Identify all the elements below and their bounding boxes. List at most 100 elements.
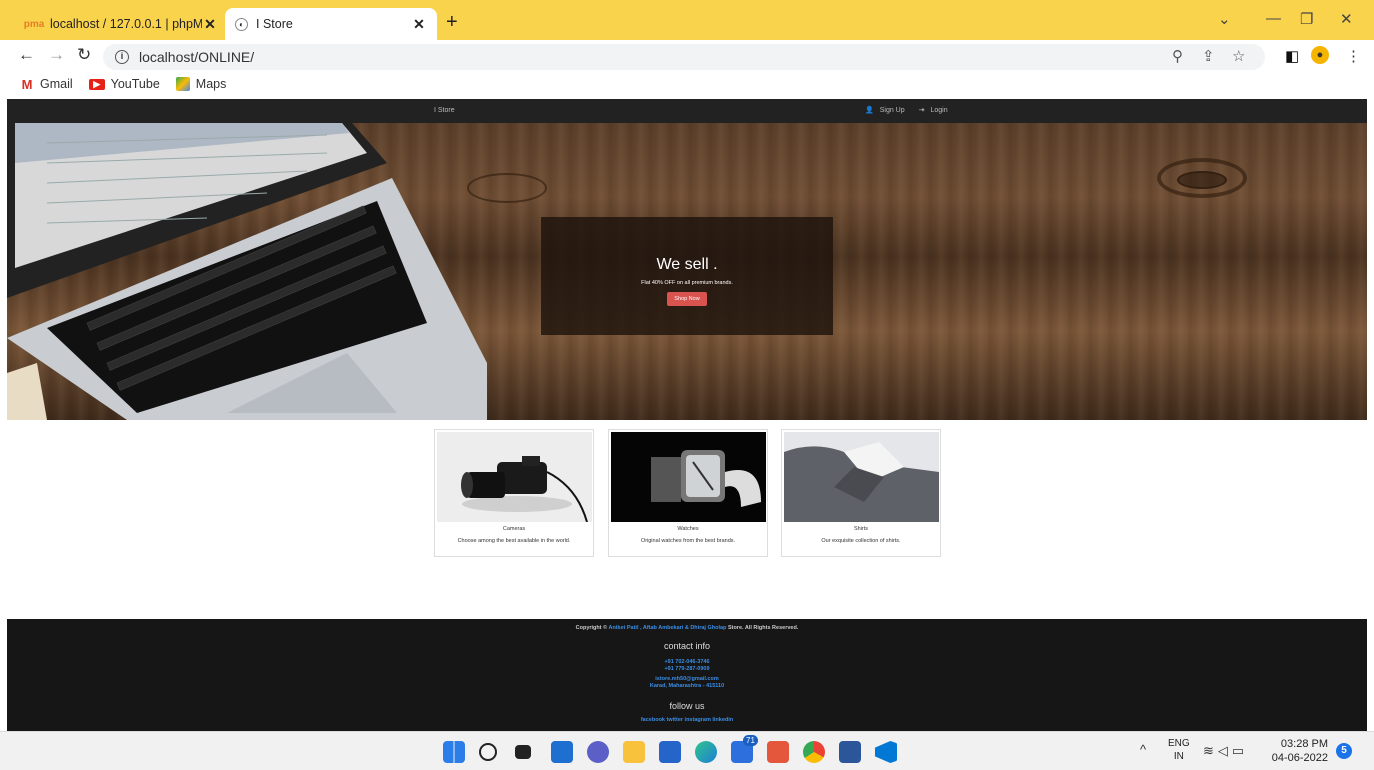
copyright-text: Copyright © Aniket Patil , Aftab Ambekar… bbox=[7, 625, 1367, 631]
phone-link[interactable]: +91 702-046-3746 bbox=[7, 659, 1367, 665]
mail-icon[interactable] bbox=[659, 741, 681, 763]
task-view-icon[interactable] bbox=[515, 745, 531, 759]
web-page: I Store 👤 Sign Up ⇥ Login We sell . Flat… bbox=[7, 99, 1367, 731]
menu-kebab-icon[interactable]: ⋮ bbox=[1346, 47, 1361, 65]
camera-image bbox=[437, 432, 592, 522]
user-icon: 👤 bbox=[865, 107, 874, 114]
hero-overlay: We sell . Flat 40% OFF on all premium br… bbox=[541, 217, 833, 335]
youtube-icon: ▶ bbox=[88, 78, 105, 90]
phone-link[interactable]: +91 779-287-0909 bbox=[7, 666, 1367, 672]
maximize-button[interactable]: ❐ bbox=[1300, 10, 1313, 28]
chrome-icon[interactable] bbox=[803, 741, 825, 763]
close-icon[interactable]: ✕ bbox=[202, 16, 218, 33]
hero-subtitle: Flat 40% OFF on all premium brands. bbox=[641, 280, 733, 286]
vscode-icon[interactable] bbox=[875, 741, 897, 763]
tab-phpmyadmin[interactable]: pma localhost / 127.0.0.1 | phpMyAdmin ✕ bbox=[16, 8, 228, 40]
signup-link[interactable]: 👤 Sign Up bbox=[865, 107, 911, 114]
browser-tab-strip: pma localhost / 127.0.0.1 | phpMyAdmin ✕… bbox=[0, 0, 1374, 40]
social-links[interactable]: facebook twitter instagram linkedin bbox=[7, 717, 1367, 723]
tab-search-icon[interactable]: ⌄ bbox=[1218, 10, 1231, 28]
zoom-icon[interactable]: ⚲ bbox=[1172, 47, 1183, 65]
site-brand[interactable]: I Store bbox=[434, 107, 455, 114]
follow-heading: follow us bbox=[669, 701, 705, 711]
reload-icon[interactable]: ↻ bbox=[77, 45, 91, 65]
close-window-button[interactable]: ✕ bbox=[1340, 10, 1353, 28]
hero-banner: We sell . Flat 40% OFF on all premium br… bbox=[7, 123, 1367, 420]
windows-taskbar: 71 ^ ENG IN ≋◁▭ 03:28 PM 04-06-2022 5 bbox=[0, 731, 1374, 770]
profile-avatar-icon[interactable]: ● bbox=[1311, 46, 1329, 64]
word-icon[interactable] bbox=[839, 741, 861, 763]
hero-title: We sell . bbox=[656, 256, 718, 273]
bookmark-maps[interactable]: Maps bbox=[175, 77, 227, 91]
wifi-icon[interactable]: ≋ bbox=[1203, 743, 1218, 758]
login-icon: ⇥ bbox=[918, 107, 925, 114]
site-footer: Copyright © Aniket Patil , Aftab Ambekar… bbox=[7, 619, 1367, 731]
copyright-prefix: Copyright © bbox=[575, 625, 608, 631]
bookmark-label: Gmail bbox=[40, 77, 73, 91]
gmail-icon: M bbox=[21, 76, 33, 92]
close-icon[interactable]: ✕ bbox=[411, 16, 427, 33]
bookmark-gmail[interactable]: M Gmail bbox=[20, 76, 73, 92]
brand-label: I Store bbox=[434, 107, 455, 114]
login-link[interactable]: ⇥ Login bbox=[919, 107, 954, 114]
language-indicator[interactable]: ENG IN bbox=[1168, 737, 1190, 763]
search-icon[interactable] bbox=[479, 743, 497, 761]
tab-istore[interactable]: ◐ I Store ✕ bbox=[225, 8, 437, 40]
author-links[interactable]: Aniket Patil , Aftab Ambekari & Dhiraj G… bbox=[609, 625, 727, 631]
bookmarks-bar: M Gmail ▶ YouTube Maps bbox=[0, 73, 1374, 95]
address-text: Karad, Maharashtra - 415110 bbox=[649, 683, 725, 689]
forward-icon[interactable]: → bbox=[48, 45, 65, 65]
auth-links: 👤 Sign Up ⇥ Login bbox=[865, 106, 960, 114]
address-bar[interactable]: i localhost/ONLINE/ bbox=[103, 44, 1265, 70]
category-name: Cameras bbox=[502, 526, 526, 532]
email-link[interactable]: istore.mh50@gmail.com bbox=[7, 676, 1367, 682]
lang-code: ENG bbox=[1168, 738, 1190, 749]
teams-icon[interactable]: 71 bbox=[731, 735, 758, 763]
category-card-shirts[interactable]: Shirts Our exquisite collection of shirt… bbox=[781, 429, 941, 557]
bookmark-youtube[interactable]: ▶ YouTube bbox=[88, 77, 160, 91]
system-tray-icons[interactable]: ≋◁▭ bbox=[1203, 743, 1248, 759]
category-description: Our exquisite collection of shirts. bbox=[821, 538, 901, 544]
copyright-suffix: Store. All Rights Reserved. bbox=[727, 625, 799, 631]
info-icon[interactable]: i bbox=[115, 50, 129, 64]
side-panel-icon[interactable]: ◧ bbox=[1285, 47, 1299, 65]
chat-icon[interactable] bbox=[587, 741, 609, 763]
notification-badge[interactable]: 5 bbox=[1336, 743, 1352, 759]
show-hidden-icons-icon[interactable]: ^ bbox=[1140, 742, 1146, 757]
bookmark-star-icon[interactable]: ☆ bbox=[1232, 47, 1245, 65]
wood-knot bbox=[1177, 171, 1227, 189]
category-card-cameras[interactable]: Cameras Choose among the best available … bbox=[434, 429, 594, 557]
category-name: Shirts bbox=[853, 526, 869, 532]
edge-icon[interactable] bbox=[695, 741, 717, 763]
site-navbar: I Store 👤 Sign Up ⇥ Login bbox=[7, 99, 1367, 123]
region-code: IN bbox=[1173, 751, 1184, 762]
category-card-watches[interactable]: Watches Original watches from the best b… bbox=[608, 429, 768, 557]
clock[interactable]: 03:28 PM 04-06-2022 bbox=[1272, 737, 1328, 765]
globe-icon: ◐ bbox=[235, 17, 248, 31]
clock-date: 04-06-2022 bbox=[1271, 752, 1328, 764]
bookmark-label: YouTube bbox=[110, 77, 160, 91]
login-label: Login bbox=[930, 107, 948, 114]
new-tab-button[interactable]: + bbox=[446, 11, 458, 34]
start-icon[interactable] bbox=[443, 741, 465, 763]
shop-now-button[interactable]: Shop Now bbox=[667, 292, 707, 306]
volume-icon[interactable]: ◁ bbox=[1218, 743, 1232, 758]
back-icon[interactable]: ← bbox=[18, 45, 35, 65]
widgets-icon[interactable] bbox=[551, 741, 573, 763]
minimize-button[interactable]: — bbox=[1266, 10, 1281, 27]
category-description: Choose among the best available in the w… bbox=[457, 538, 571, 544]
shirt-image bbox=[784, 432, 939, 522]
tab-title: I Store bbox=[256, 17, 293, 31]
xampp-icon[interactable] bbox=[767, 741, 789, 763]
phpmyadmin-icon: pma bbox=[23, 18, 45, 30]
laptop-image bbox=[7, 123, 487, 420]
tab-title: localhost / 127.0.0.1 | phpMyAdmin bbox=[50, 17, 202, 31]
file-explorer-icon[interactable] bbox=[623, 741, 645, 763]
watch-image bbox=[611, 432, 766, 522]
signup-label: Sign Up bbox=[879, 107, 905, 114]
battery-icon[interactable]: ▭ bbox=[1232, 743, 1248, 758]
category-name: Watches bbox=[677, 526, 699, 532]
maps-icon bbox=[175, 77, 190, 91]
bookmark-label: Maps bbox=[195, 77, 227, 91]
share-icon[interactable]: ⇪ bbox=[1202, 47, 1215, 65]
